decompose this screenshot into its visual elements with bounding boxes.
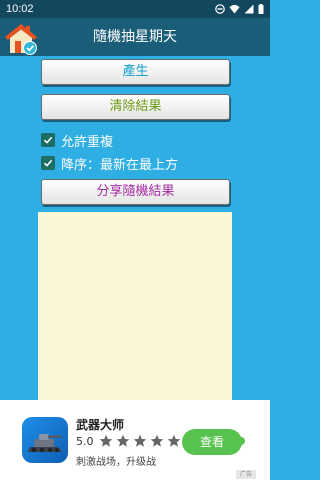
battery-icon [258, 4, 264, 14]
generate-button[interactable]: 產生 [41, 59, 230, 85]
checkmark-icon [43, 136, 53, 144]
star-icon [150, 434, 163, 447]
ad-rating-row: 5.0 [76, 434, 181, 448]
app-title: 隨機抽星期天 [93, 29, 177, 45]
descending-option[interactable]: 降序：最新在最上方 [41, 153, 178, 173]
allow-repeat-label: 允許重複 [61, 134, 114, 150]
star-icon [99, 434, 112, 447]
descending-label: 降序：最新在最上方 [61, 157, 179, 173]
app-bar: 隨機抽星期天 [0, 18, 270, 56]
ad-banner[interactable]: 武器大师 5.0 刺激战场，升级战 查看 [0, 400, 270, 480]
allow-repeat-option[interactable]: 允許重複 [41, 130, 113, 150]
tank-icon [28, 434, 62, 452]
wifi-icon [229, 4, 240, 14]
ad-view-button[interactable]: 查看 [182, 429, 242, 455]
ad-cta-decoration [237, 437, 245, 445]
star-icon [133, 434, 146, 447]
checkmark-icon [43, 159, 53, 167]
ad-label: 广告 [236, 470, 256, 479]
results-area[interactable] [38, 212, 232, 400]
descending-checkbox[interactable] [41, 156, 55, 170]
signal-icon [244, 4, 254, 14]
clear-results-button[interactable]: 清除結果 [41, 94, 230, 120]
ad-description: 刺激战场，升级战 [76, 457, 156, 468]
star-icon [116, 434, 129, 447]
ad-title: 武器大师 [76, 418, 125, 432]
share-results-button[interactable]: 分享隨機結果 [41, 179, 230, 205]
status-time: 10:02 [6, 3, 34, 15]
star-icon [167, 434, 180, 447]
do-not-disturb-icon [215, 4, 225, 14]
allow-repeat-checkbox[interactable] [41, 133, 55, 147]
status-bar: 10:02 [0, 0, 270, 18]
status-icons [215, 4, 264, 14]
ad-rating-value: 5.0 [76, 434, 94, 448]
ad-app-icon[interactable] [22, 417, 68, 463]
